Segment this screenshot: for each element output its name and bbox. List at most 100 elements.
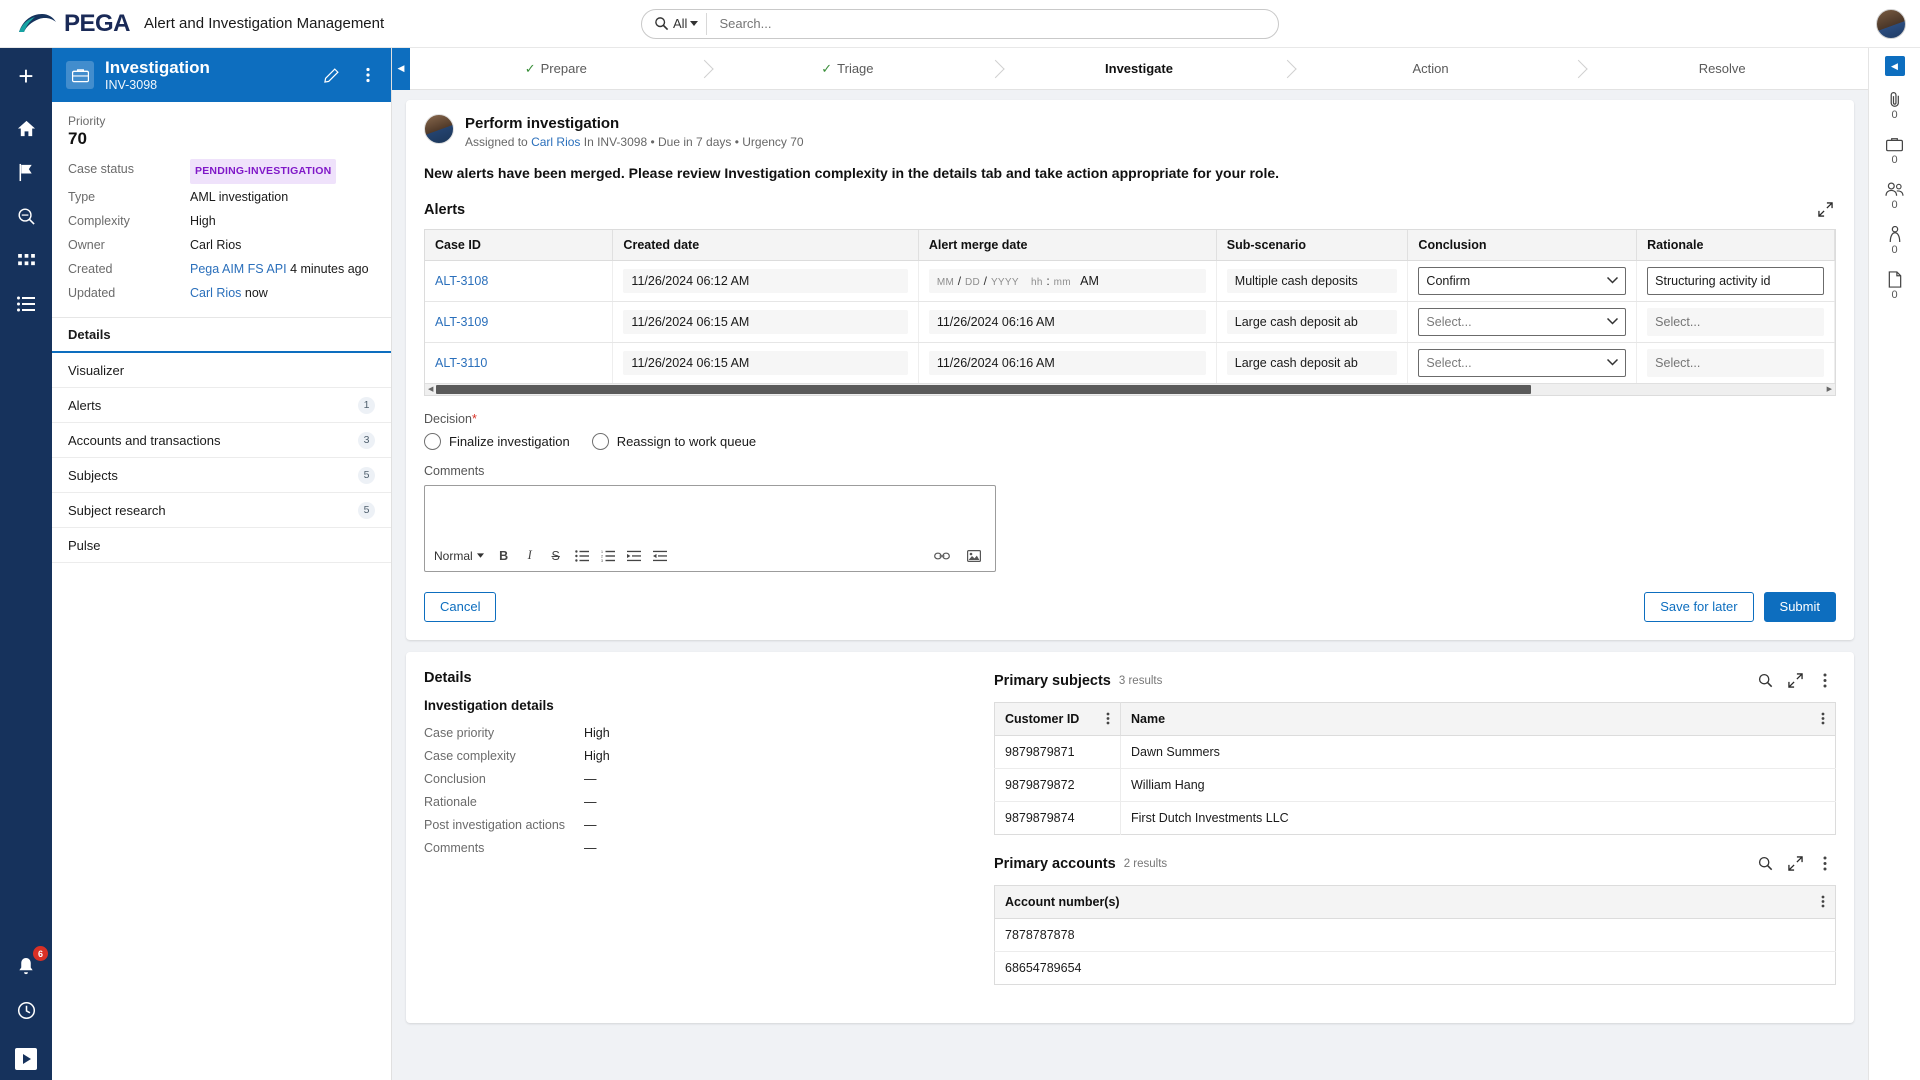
field-label: Case status (68, 159, 190, 184)
radio-reassign-to-work-queue[interactable]: Reassign to work queue (592, 433, 756, 450)
play-icon[interactable] (15, 1048, 37, 1070)
created-by-link[interactable]: Pega AIM FS API (190, 262, 287, 276)
avatar[interactable] (1876, 9, 1906, 39)
alert-merge-date-input[interactable]: 11/26/2024 06:16 AM (929, 310, 1206, 334)
sidebar-item-pulse[interactable]: Pulse (52, 528, 391, 563)
bold-icon[interactable]: B (492, 545, 516, 567)
search-input[interactable] (707, 10, 1278, 38)
alert-case-id-link[interactable]: ALT-3109 (435, 315, 488, 329)
case-more-menu-icon[interactable] (355, 62, 381, 88)
global-search[interactable]: All (641, 9, 1279, 39)
utility-rail: ◀ 0 0 0 0 0 (1868, 48, 1920, 1080)
link-icon[interactable] (930, 545, 954, 567)
case-tasks-icon[interactable]: 0 (1886, 135, 1903, 166)
alert-case-id-link[interactable]: ALT-3108 (435, 274, 488, 288)
svg-text:1: 1 (601, 550, 603, 554)
numbered-list-icon[interactable]: 123 (596, 545, 620, 567)
cancel-button[interactable]: Cancel (424, 592, 496, 622)
search-icon[interactable] (1754, 853, 1776, 875)
column-header-name[interactable]: Name (1121, 702, 1836, 735)
alert-merge-date-input[interactable]: 11/26/2024 06:16 AM (929, 351, 1206, 375)
stage-action[interactable]: Action (1285, 48, 1577, 89)
sidebar-item-visualizer[interactable]: Visualizer (52, 353, 391, 388)
detail-value: — (584, 838, 597, 858)
alert-merge-date-input[interactable]: MM / DD / YYYY hh : mm AM (929, 269, 1206, 293)
explore-search-icon[interactable] (8, 198, 44, 234)
sidebar-item-accounts-and-transactions[interactable]: Accounts and transactions 3 (52, 423, 391, 458)
create-icon[interactable]: + (8, 58, 44, 94)
save-for-later-button[interactable]: Save for later (1644, 592, 1753, 622)
comments-editor[interactable]: Normal B I S 123 (424, 485, 996, 572)
stage-resolve[interactable]: Resolve (1576, 48, 1868, 89)
edit-pencil-icon[interactable] (318, 62, 344, 88)
rationale-input[interactable] (1647, 308, 1824, 336)
case-summary-fields: Priority 70 Case status PENDING-INVESTIG… (52, 102, 391, 317)
bell-icon[interactable]: 6 (8, 948, 44, 984)
scrollbar-thumb[interactable] (436, 385, 1531, 394)
column-header-customer-id[interactable]: Customer ID (995, 702, 1121, 735)
submit-button[interactable]: Submit (1764, 592, 1836, 622)
sidebar-item-subject-research[interactable]: Subject research 5 (52, 493, 391, 528)
assignee-link[interactable]: Carl Rios (531, 135, 580, 149)
column-header-rationale[interactable]: Rationale (1637, 230, 1835, 261)
column-menu-icon[interactable] (1821, 895, 1825, 908)
indent-decrease-icon[interactable] (648, 545, 672, 567)
bullet-list-icon[interactable] (570, 545, 594, 567)
comments-textarea[interactable] (425, 486, 995, 541)
attachments-icon[interactable]: 0 (1887, 90, 1903, 121)
scroll-left-icon[interactable]: ◀ (425, 385, 436, 393)
column-header-created-date[interactable]: Created date (613, 230, 918, 261)
stage-prepare[interactable]: ✓ Prepare (410, 48, 702, 89)
conclusion-select[interactable]: Confirm (1418, 267, 1626, 295)
italic-icon[interactable]: I (518, 545, 542, 567)
expand-icon[interactable] (1784, 670, 1806, 692)
participants-icon[interactable]: 0 (1885, 180, 1904, 211)
sidebar-item-details[interactable]: Details (52, 318, 391, 353)
sidebar-item-alerts[interactable]: Alerts 1 (52, 388, 391, 423)
column-header-case-id[interactable]: Case ID (425, 230, 613, 261)
scroll-right-icon[interactable]: ▶ (1824, 385, 1835, 393)
content-scroll-area[interactable]: Perform investigation Assigned to Carl R… (392, 90, 1868, 1080)
expand-icon[interactable] (1784, 853, 1806, 875)
indent-increase-icon[interactable] (622, 545, 646, 567)
column-header-account-numbers[interactable]: Account number(s) (995, 885, 1836, 918)
flag-icon[interactable] (8, 154, 44, 190)
image-icon[interactable] (962, 545, 986, 567)
alert-case-id-link[interactable]: ALT-3110 (435, 356, 487, 370)
text-style-dropdown[interactable]: Normal (434, 549, 490, 563)
stage-triage[interactable]: ✓ Triage (702, 48, 994, 89)
column-menu-icon[interactable] (1821, 712, 1825, 725)
detail-row: Post investigation actions — (424, 815, 964, 835)
table-row: 68654789654 (995, 951, 1836, 984)
comments-label: Comments (424, 464, 1836, 478)
strikethrough-icon[interactable]: S (544, 545, 568, 567)
followers-count: 0 (1891, 244, 1897, 256)
more-menu-icon[interactable] (1814, 853, 1836, 875)
stage-investigate[interactable]: Investigate (993, 48, 1285, 89)
pega-logo[interactable]: PEGA (18, 10, 130, 38)
column-header-sub-scenario[interactable]: Sub-scenario (1216, 230, 1408, 261)
documents-icon[interactable]: 0 (1888, 270, 1902, 301)
conclusion-select[interactable]: Select... (1418, 308, 1626, 336)
radio-finalize-investigation[interactable]: Finalize investigation (424, 433, 570, 450)
search-icon[interactable] (1754, 670, 1776, 692)
home-icon[interactable] (8, 110, 44, 146)
collapse-right-icon[interactable]: ◀ (1885, 56, 1905, 76)
sidebar-item-subjects[interactable]: Subjects 5 (52, 458, 391, 493)
search-scope-selector[interactable]: All (673, 16, 706, 31)
column-menu-icon[interactable] (1106, 712, 1110, 725)
recents-clock-icon[interactable] (8, 992, 44, 1028)
updated-by-link[interactable]: Carl Rios (190, 286, 241, 300)
table-horizontal-scrollbar[interactable]: ◀ ▶ (425, 383, 1835, 395)
column-header-conclusion[interactable]: Conclusion (1408, 230, 1637, 261)
followers-icon[interactable]: 0 (1888, 225, 1902, 256)
apps-grid-icon[interactable] (8, 242, 44, 278)
column-header-alert-merge-date[interactable]: Alert merge date (918, 230, 1216, 261)
more-menu-icon[interactable] (1814, 670, 1836, 692)
collapse-sidebar-icon[interactable]: ◀ (392, 48, 410, 90)
list-icon[interactable] (8, 286, 44, 322)
rationale-input[interactable] (1647, 349, 1824, 377)
expand-icon[interactable] (1814, 199, 1836, 221)
rationale-input[interactable] (1647, 267, 1824, 295)
conclusion-select[interactable]: Select... (1418, 349, 1626, 377)
